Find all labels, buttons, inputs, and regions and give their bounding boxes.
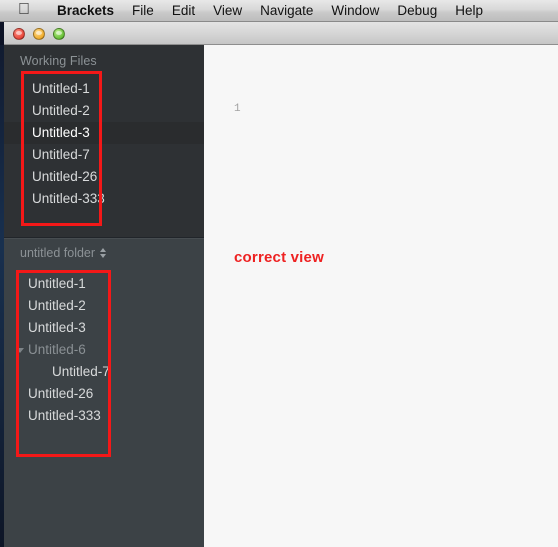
working-file-item[interactable]: Untitled-26: [4, 166, 204, 188]
tree-item-folder[interactable]: Untitled-6: [4, 339, 204, 361]
sort-chevrons-icon[interactable]: [100, 248, 107, 258]
macos-menubar:  Brackets File Edit View Navigate Windo…: [0, 0, 558, 22]
window-titlebar: [4, 22, 558, 45]
tree-item-file[interactable]: Untitled-1: [4, 273, 204, 295]
tree-item-file[interactable]: Untitled-3: [4, 317, 204, 339]
sidebar-divider: [4, 237, 204, 239]
tree-item-folder-label: Untitled-6: [28, 342, 86, 357]
editor-annotation-text: correct view: [234, 249, 324, 266]
tree-item-file[interactable]: Untitled-333: [4, 405, 204, 427]
project-root-label: untitled folder: [20, 246, 96, 260]
project-root-header[interactable]: untitled folder: [20, 246, 107, 260]
working-file-item[interactable]: Untitled-1: [4, 78, 204, 100]
zoom-button-icon[interactable]: [53, 28, 65, 40]
window-traffic-lights: [13, 28, 65, 40]
working-file-item[interactable]: Untitled-7: [4, 144, 204, 166]
tree-item-file[interactable]: Untitled-26: [4, 383, 204, 405]
project-file-tree: Untitled-1 Untitled-2 Untitled-3 Untitle…: [4, 273, 204, 427]
close-button-icon[interactable]: [13, 28, 25, 40]
sidebar: Working Files Untitled-1 Untitled-2 Unti…: [4, 45, 204, 547]
menu-item-edit[interactable]: Edit: [163, 3, 204, 18]
apple-icon[interactable]: : [18, 1, 30, 18]
line-number-gutter: 1: [234, 103, 241, 115]
menu-item-file[interactable]: File: [123, 3, 163, 18]
editor-pane[interactable]: 1 correct view: [204, 45, 558, 547]
menu-item-app-name[interactable]: Brackets: [48, 3, 123, 18]
menu-item-navigate[interactable]: Navigate: [251, 3, 322, 18]
chevron-down-icon[interactable]: [16, 348, 24, 353]
menu-item-window[interactable]: Window: [322, 3, 388, 18]
working-file-item-selected[interactable]: Untitled-3: [4, 122, 204, 144]
minimize-button-icon[interactable]: [33, 28, 45, 40]
working-files-panel: Working Files Untitled-1 Untitled-2 Unti…: [4, 45, 204, 237]
tree-item-file-nested[interactable]: Untitled-7: [4, 361, 204, 383]
menu-item-debug[interactable]: Debug: [388, 3, 446, 18]
working-files-list: Untitled-1 Untitled-2 Untitled-3 Untitle…: [4, 78, 204, 210]
working-file-item[interactable]: Untitled-2: [4, 100, 204, 122]
menu-item-view[interactable]: View: [204, 3, 251, 18]
menu-item-help[interactable]: Help: [446, 3, 492, 18]
tree-item-file[interactable]: Untitled-2: [4, 295, 204, 317]
working-files-title: Working Files: [20, 54, 97, 68]
working-file-item[interactable]: Untitled-333: [4, 188, 204, 210]
